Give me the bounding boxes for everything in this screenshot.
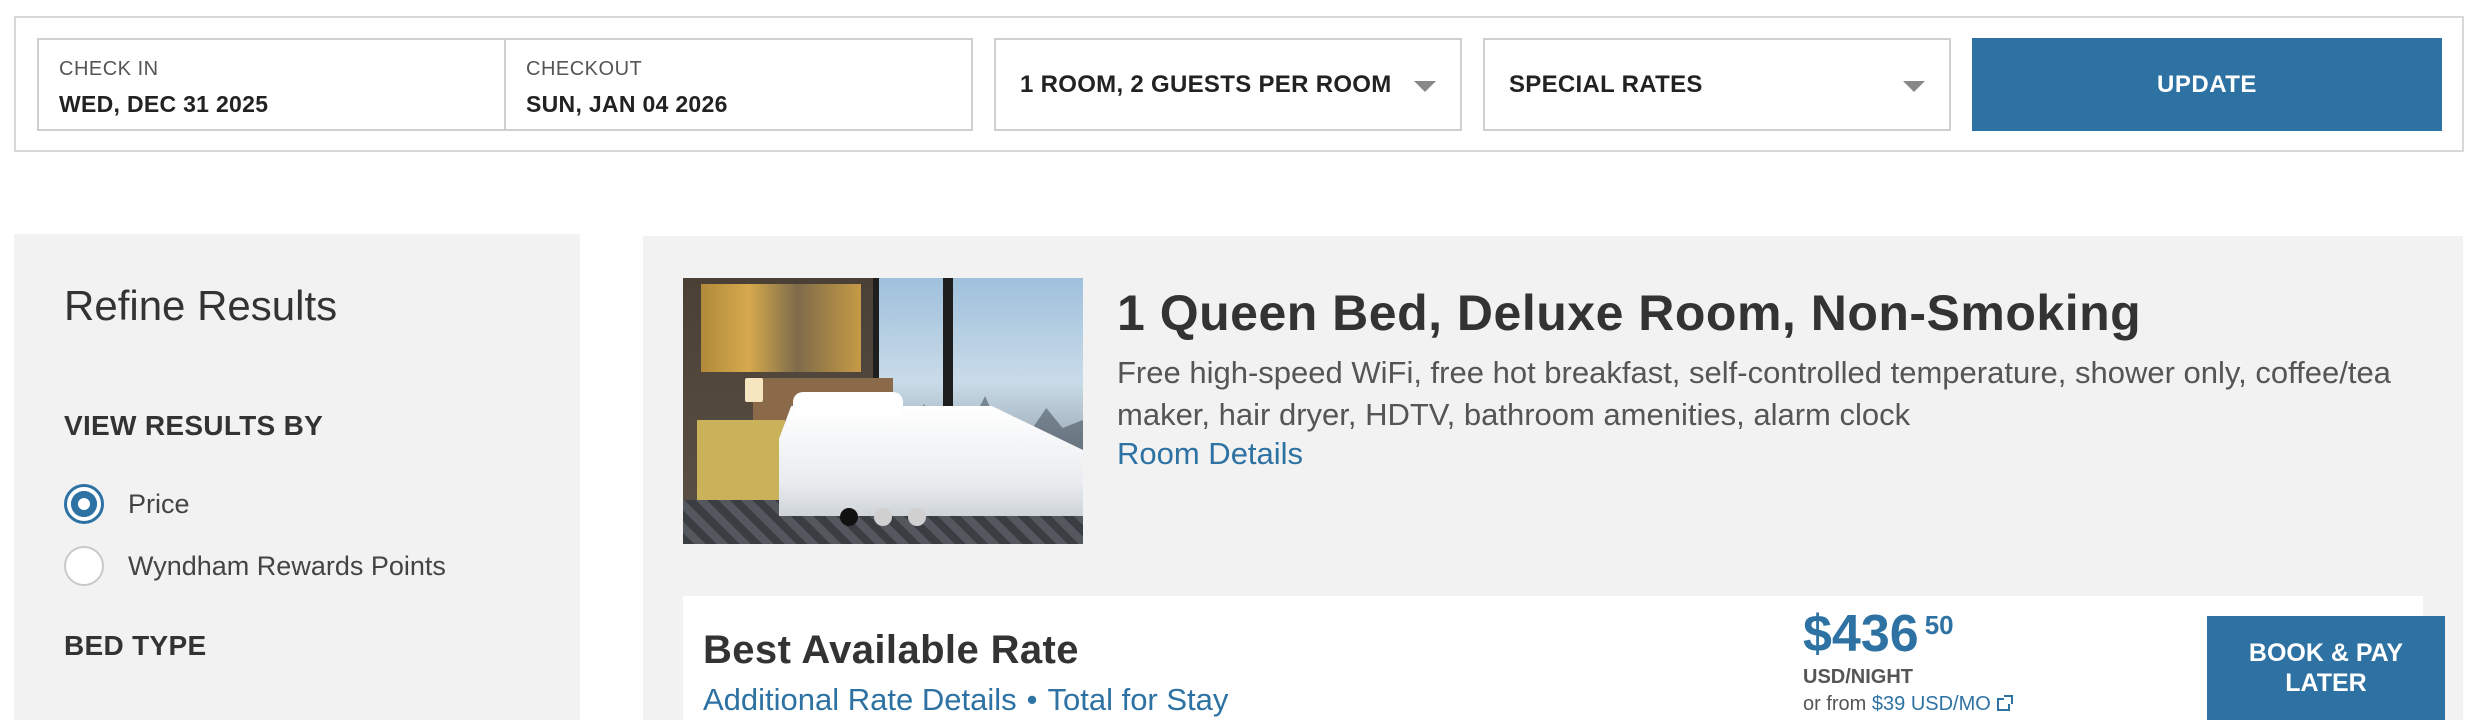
checkout-value: SUN, JAN 04 2026 — [526, 91, 728, 117]
search-bar: CHECK IN WED, DEC 31 2025 CHECKOUT SUN, … — [14, 16, 2464, 152]
financing-link[interactable]: $39 USD/MO — [1872, 693, 1991, 715]
points-radio-label: Wyndham Rewards Points — [128, 550, 446, 581]
total-for-stay-link[interactable]: Total for Stay — [1047, 682, 1228, 717]
pillows — [793, 392, 903, 418]
special-rates-select[interactable]: SPECIAL RATES — [1483, 38, 1951, 131]
room-details-link[interactable]: Room Details — [1117, 436, 1303, 472]
price-block: $436 50 USD/NIGHT or from $39 USD/MO — [1803, 605, 2013, 716]
room-photo-carousel[interactable] — [683, 278, 1083, 544]
checkout-label: CHECKOUT — [526, 58, 643, 80]
carousel-dot-1[interactable] — [840, 508, 858, 526]
book-button-line-1: BOOK & PAY — [2248, 639, 2404, 667]
carousel-dots — [683, 508, 1083, 526]
sidebar-title: Refine Results — [64, 282, 338, 329]
check-in-label: CHECK IN — [59, 58, 159, 80]
view-results-heading: VIEW RESULTS BY — [64, 410, 324, 441]
carousel-dot-2[interactable] — [874, 508, 892, 526]
rooms-guests-select[interactable]: 1 ROOM, 2 GUESTS PER ROOM — [994, 38, 1462, 131]
rooms-guests-value: 1 ROOM, 2 GUESTS PER ROOM — [1020, 70, 1390, 98]
carousel-dot-3[interactable] — [908, 508, 926, 526]
update-button[interactable]: UPDATE — [1972, 38, 2442, 131]
book-pay-later-button[interactable]: BOOK & PAY LATER — [2207, 616, 2445, 720]
financing-prefix: or from — [1803, 693, 1867, 715]
refine-results-panel: Refine Results VIEW RESULTS BY Price Wyn… — [14, 234, 580, 720]
check-in-field[interactable]: CHECK IN WED, DEC 31 2025 — [39, 40, 504, 129]
price-radio-label: Price — [128, 488, 190, 519]
additional-rate-details-link[interactable]: Additional Rate Details — [703, 682, 1017, 717]
chevron-down-icon — [1903, 81, 1925, 92]
bed-type-heading: BED TYPE — [64, 630, 207, 661]
book-button-line-2: LATER — [2285, 669, 2367, 697]
link-separator: • — [1026, 682, 1038, 717]
check-in-value: WED, DEC 31 2025 — [59, 91, 269, 117]
price-radio[interactable] — [64, 484, 104, 524]
special-rates-value: SPECIAL RATES — [1509, 70, 1703, 98]
rate-links: Additional Rate Details • Total for Stay — [703, 682, 1228, 718]
chevron-down-icon — [1414, 81, 1436, 92]
lamp — [745, 378, 763, 402]
wall-art — [701, 284, 861, 372]
price-dollars: $436 — [1803, 605, 1919, 663]
room-title: 1 Queen Bed, Deluxe Room, Non-Smoking — [1117, 285, 2142, 341]
room-card: 1 Queen Bed, Deluxe Room, Non-Smoking Fr… — [643, 236, 2463, 720]
rate-name: Best Available Rate — [703, 628, 1079, 672]
checkout-field[interactable]: CHECKOUT SUN, JAN 04 2026 — [504, 40, 971, 129]
external-link-icon[interactable] — [1996, 695, 2013, 712]
view-by-price-option[interactable]: Price — [64, 484, 190, 524]
date-range-picker[interactable]: CHECK IN WED, DEC 31 2025 CHECKOUT SUN, … — [37, 38, 973, 131]
room-amenities: Free high-speed WiFi, free hot breakfast… — [1117, 355, 2391, 432]
points-radio[interactable] — [64, 546, 104, 586]
financing-text: or from $39 USD/MO — [1803, 693, 2013, 716]
nightstand — [697, 420, 785, 500]
price-cents: 50 — [1924, 610, 1954, 640]
price-unit: USD/NIGHT — [1803, 666, 1913, 688]
rate-row: Best Available Rate Additional Rate Deta… — [683, 596, 2445, 720]
view-by-points-option[interactable]: Wyndham Rewards Points — [64, 546, 446, 586]
